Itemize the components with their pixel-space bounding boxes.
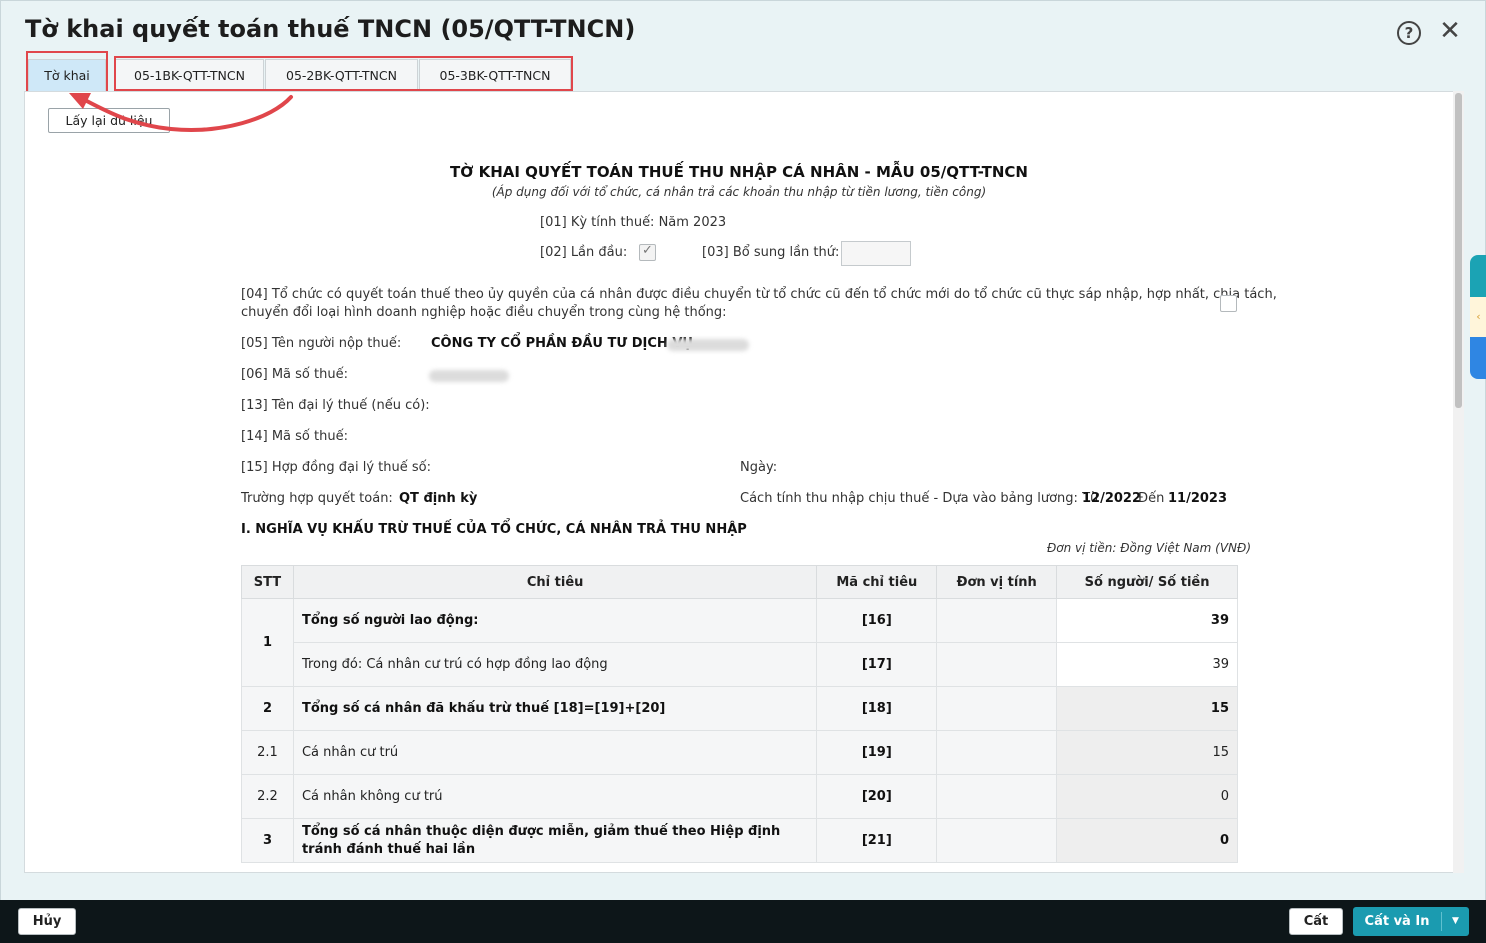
- header-item: Chỉ tiêu: [292, 565, 818, 599]
- agent-name-label: [13] Tên đại lý thuế (nếu có):: [241, 398, 430, 413]
- highlight-box-appendix-tabs: [114, 56, 573, 91]
- row-unit: [936, 686, 1058, 731]
- chevron-down-icon[interactable]: ▼: [1442, 907, 1469, 936]
- row-value: 0: [1056, 818, 1238, 863]
- side-widget-top[interactable]: [1470, 255, 1486, 297]
- side-widget-expand-icon[interactable]: ‹: [1470, 297, 1486, 337]
- header-code: Mã chỉ tiêu: [816, 565, 938, 599]
- row-unit: [936, 642, 1058, 687]
- header-value: Số người/ Số tiền: [1056, 565, 1238, 599]
- income-from-value: 12/2022: [1082, 491, 1142, 506]
- help-icon[interactable]: ?: [1397, 21, 1421, 45]
- row-item: Trong đó: Cá nhân cư trú có hợp đồng lao…: [292, 642, 818, 687]
- row-item: Cá nhân không cư trú: [292, 774, 818, 819]
- first-time-checkbox[interactable]: [639, 243, 656, 261]
- highlight-box-to-khai: [26, 51, 108, 93]
- side-support-widget[interactable]: ‹: [1470, 255, 1486, 379]
- save-and-print-label[interactable]: Cất và In: [1353, 907, 1441, 936]
- row-item: Tổng số cá nhân đã khấu trừ thuế [18]=[1…: [292, 686, 818, 731]
- tax-code-label: [06] Mã số thuế:: [241, 367, 348, 382]
- header-unit: Đơn vị tính: [936, 565, 1058, 599]
- dialog: Tờ khai quyết toán thuế TNCN (05/QTT-TNC…: [0, 0, 1486, 943]
- table-row: 2 Tổng số cá nhân đã khấu trừ thuế [18]=…: [241, 686, 1238, 731]
- row-item: Cá nhân cư trú: [292, 730, 818, 775]
- row-value-input[interactable]: 39: [1056, 598, 1238, 643]
- table-row: 1 Tổng số người lao động: [16] 39: [241, 598, 1238, 687]
- row-code: [21]: [816, 818, 938, 863]
- redacted-tax-code: [429, 370, 509, 382]
- dialog-title: Tờ khai quyết toán thuế TNCN (05/QTT-TNC…: [25, 15, 636, 43]
- item04-line1: [04] Tổ chức có quyết toán thuế theo ủy …: [241, 287, 1277, 302]
- redacted-name: [667, 339, 749, 351]
- row-code: [20]: [816, 774, 938, 819]
- first-time-label: [02] Lần đầu:: [540, 245, 628, 260]
- agent-tax-code-label: [14] Mã số thuế:: [241, 429, 348, 444]
- currency-note: Đơn vị tiền: Đồng Việt Nam (VNĐ): [1047, 541, 1251, 555]
- table-row: 3 Tổng số cá nhân thuộc diện được miễn, …: [241, 818, 1238, 863]
- table-header-row: STT Chỉ tiêu Mã chỉ tiêu Đơn vị tính Số …: [241, 565, 1238, 599]
- row-code: [18]: [816, 686, 938, 731]
- table-row: Trong đó: Cá nhân cư trú có hợp đồng lao…: [242, 642, 1238, 687]
- row-stt: 2.2: [241, 774, 294, 819]
- close-icon[interactable]: ✕: [1438, 18, 1462, 44]
- tax-period: [01] Kỳ tính thuế: Năm 2023: [540, 215, 727, 230]
- settlement-case-label: Trường hợp quyết toán:: [241, 491, 393, 506]
- row-value: 15: [1056, 730, 1238, 775]
- row-unit: [936, 818, 1058, 863]
- row-stt: 2: [241, 686, 294, 731]
- row-code: [17]: [816, 642, 938, 687]
- row-unit: [936, 730, 1058, 775]
- section-1-title: I. NGHĨA VỤ KHẤU TRỪ THUẾ CỦA TỔ CHỨC, C…: [241, 522, 747, 537]
- document-subtitle: (Áp dụng đối với tổ chức, cá nhân trả cá…: [491, 185, 987, 199]
- row-stt: 2.1: [241, 730, 294, 775]
- item04-line2: chuyển đổi loại hình doanh nghiệp hoặc đ…: [241, 305, 727, 320]
- annotation-arrow-icon: [69, 93, 293, 132]
- footer-bar: [0, 900, 1486, 943]
- table-row: 2.1 Cá nhân cư trú [19] 15: [241, 730, 1238, 775]
- cancel-button[interactable]: Hủy: [18, 908, 76, 935]
- row-code: [16]: [816, 598, 938, 643]
- document-title: TỜ KHAI QUYẾT TOÁN THUẾ THU NHẬP CÁ NHÂN…: [450, 163, 1028, 181]
- row-stt: 1: [241, 598, 294, 687]
- save-button[interactable]: Cất: [1289, 908, 1343, 935]
- table-row: 2.2 Cá nhân không cư trú [20] 0: [241, 774, 1238, 819]
- row-code: [19]: [816, 730, 938, 775]
- item04-checkbox[interactable]: [1220, 295, 1237, 312]
- row-item: Tổng số cá nhân thuộc diện được miễn, gi…: [292, 818, 818, 863]
- side-widget-bottom[interactable]: [1470, 337, 1486, 379]
- row-value-input[interactable]: 39: [1056, 642, 1238, 687]
- agent-date-label: Ngày:: [740, 460, 778, 475]
- row-stt: 3: [241, 818, 294, 863]
- row-item: Tổng số người lao động:: [292, 598, 818, 643]
- income-method-label: Cách tính thu nhập chịu thuế - Dựa vào b…: [740, 491, 1099, 506]
- row-value: 0: [1056, 774, 1238, 819]
- row-unit: [936, 774, 1058, 819]
- taxpayer-name-value: CÔNG TY CỔ PHẦN ĐẦU TƯ DỊCH VỤ: [431, 336, 693, 351]
- income-to-value: 11/2023: [1168, 491, 1228, 506]
- scrollbar-thumb[interactable]: [1455, 93, 1462, 408]
- row-value: 15: [1056, 686, 1238, 731]
- settlement-case-value: QT định kỳ: [399, 491, 478, 506]
- row-unit: [936, 598, 1058, 643]
- header-stt: STT: [241, 565, 294, 599]
- obligation-table: STT Chỉ tiêu Mã chỉ tiêu Đơn vị tính Số …: [241, 565, 1238, 863]
- supplement-label: [03] Bổ sung lần thứ:: [702, 245, 840, 260]
- supplement-number-input[interactable]: [841, 241, 911, 266]
- taxpayer-name-label: [05] Tên người nộp thuế:: [241, 336, 402, 351]
- save-and-print-button[interactable]: Cất và In ▼: [1353, 907, 1469, 936]
- income-to-label: Đến: [1138, 491, 1165, 506]
- agent-contract-label: [15] Hợp đồng đại lý thuế số:: [241, 460, 431, 475]
